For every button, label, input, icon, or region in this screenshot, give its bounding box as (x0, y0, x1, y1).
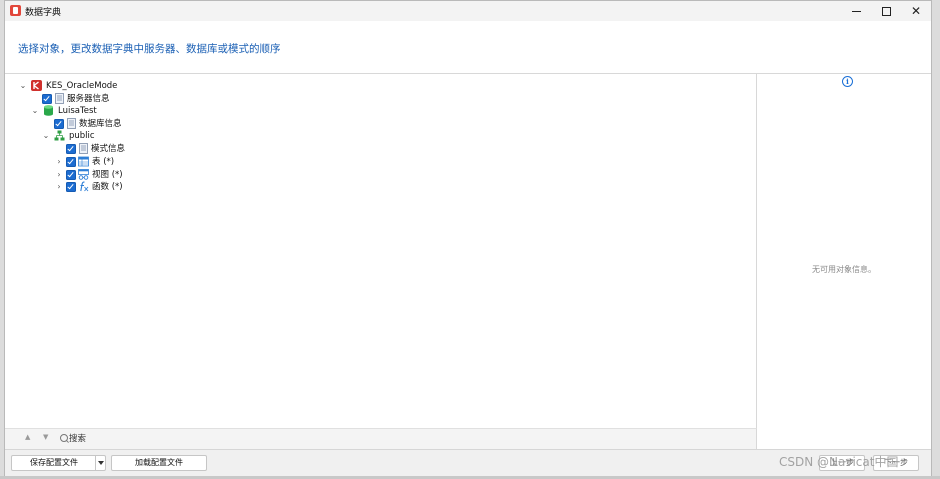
expand-icon[interactable]: › (55, 156, 63, 168)
tree-node-label: 函数 (*) (92, 182, 123, 192)
tree-node-label: 模式信息 (91, 144, 126, 154)
save-profile-button[interactable]: 保存配置文件 (11, 455, 97, 471)
document-icon (79, 143, 88, 154)
tree-node-label: 视图 (*) (92, 170, 123, 180)
function-icon (80, 181, 89, 192)
tree-node-label: 服务器信息 (67, 94, 110, 104)
tree-node-views[interactable]: › 视图 (*) (55, 169, 255, 181)
view-icon (78, 169, 89, 180)
search-icon (60, 434, 68, 442)
tree-node-label: 数据库信息 (79, 119, 122, 129)
tree-node-label: public (69, 131, 95, 141)
window-title: 数据字典 (25, 8, 62, 18)
footer-bar: 保存配置文件 加载配置文件 上一步 下一步 (5, 449, 931, 477)
tables-checkbox[interactable] (66, 157, 76, 167)
title-bar[interactable]: 数据字典 ✕ (5, 1, 931, 22)
collapse-icon[interactable]: ⌄ (19, 80, 27, 92)
data-dictionary-window: 数据字典 ✕ 选择对象，更改数据字典中服务器、数据库或模式的顺序 ⌄ KES_O… (4, 0, 932, 477)
server-info-checkbox[interactable] (42, 94, 52, 104)
database-info-checkbox[interactable] (54, 119, 64, 129)
object-info-panel: i 无可用对象信息。 (757, 74, 931, 448)
no-object-info-text: 无可用对象信息。 (812, 265, 876, 274)
views-checkbox[interactable] (66, 170, 76, 180)
collapse-icon[interactable]: ⌄ (31, 105, 39, 117)
minimize-icon (851, 10, 861, 12)
load-profile-button[interactable]: 加载配置文件 (111, 455, 207, 471)
move-down-button[interactable]: ▼ (43, 433, 48, 441)
minimize-button[interactable] (841, 1, 871, 21)
tree-node-database-info[interactable]: 数据库信息 (54, 118, 254, 130)
instruction-text: 选择对象，更改数据字典中服务器、数据库或模式的顺序 (18, 43, 281, 55)
tree-node-server-info[interactable]: 服务器信息 (42, 93, 242, 105)
document-icon (67, 118, 76, 129)
close-icon: ✕ (910, 4, 922, 18)
close-button[interactable]: ✕ (901, 1, 931, 21)
tree-node-label: LuisaTest (58, 106, 97, 116)
expand-icon[interactable]: › (55, 169, 63, 181)
dropdown-arrow-icon (98, 461, 104, 465)
search-bar: ▲ ▼ (5, 428, 757, 449)
tree-node-label: KES_OracleMode (46, 81, 118, 91)
tree-node-functions[interactable]: › 函数 (*) (55, 181, 255, 193)
search-input[interactable] (69, 432, 269, 445)
document-icon (55, 93, 64, 104)
collapse-icon[interactable]: ⌄ (42, 130, 50, 142)
tree-node-database[interactable]: ⌄ LuisaTest (31, 105, 231, 117)
tree-node-schema[interactable]: ⌄ public (42, 130, 242, 142)
info-icon[interactable]: i (842, 76, 853, 87)
tree-node-label: 表 (*) (92, 157, 115, 167)
tree-node-server[interactable]: ⌄ KES_OracleMode (19, 80, 219, 92)
header-area: 选择对象，更改数据字典中服务器、数据库或模式的顺序 (5, 21, 931, 74)
server-icon (31, 80, 42, 91)
functions-checkbox[interactable] (66, 182, 76, 192)
maximize-button[interactable] (871, 1, 901, 21)
table-icon (78, 156, 89, 167)
next-button[interactable]: 下一步 (873, 455, 919, 471)
previous-button[interactable]: 上一步 (819, 455, 865, 471)
app-icon (10, 5, 21, 16)
save-profile-dropdown[interactable] (95, 455, 106, 471)
move-up-button[interactable]: ▲ (25, 433, 30, 441)
maximize-icon (881, 6, 891, 16)
tree-node-tables[interactable]: › 表 (*) (55, 156, 255, 168)
expand-icon[interactable]: › (55, 181, 63, 193)
database-icon (44, 105, 53, 116)
object-tree[interactable]: ⌄ KES_OracleMode 服务器信息 ⌄ LuisaTest 数据库信息… (5, 74, 757, 428)
tree-node-schema-info[interactable]: 模式信息 (66, 143, 266, 155)
schema-info-checkbox[interactable] (66, 144, 76, 154)
schema-icon (54, 130, 65, 141)
